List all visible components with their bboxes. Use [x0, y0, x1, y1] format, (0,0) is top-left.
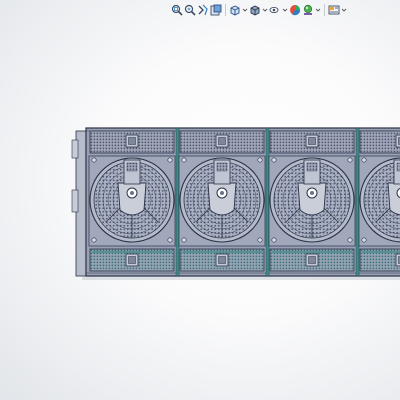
top-connector-socket: [218, 137, 226, 145]
mounting-screw: [271, 157, 277, 163]
fan-module: [355, 127, 400, 277]
bottom-vent-rail: [182, 251, 262, 253]
mounting-screw: [181, 237, 187, 243]
end-bracket-middle: [71, 189, 79, 213]
motor-shaft: [220, 191, 224, 195]
module-seam: [265, 127, 270, 277]
bottom-connector-socket: [218, 256, 226, 264]
graphics-area[interactable]: [0, 0, 400, 400]
bottom-vent-rail: [362, 251, 400, 253]
fan-module: [175, 127, 266, 277]
mounting-screw: [361, 237, 367, 243]
mounting-screw: [91, 237, 97, 243]
bottom-connector-socket: [308, 256, 316, 264]
fan-module: [88, 130, 176, 272]
end-bracket-top: [71, 139, 79, 159]
mounting-screw: [347, 157, 353, 163]
mounting-screw: [167, 237, 173, 243]
bottom-vent-rail: [92, 251, 172, 253]
motor-shaft: [310, 191, 314, 195]
bottom-vent-rail: [272, 251, 352, 253]
top-connector-socket: [308, 137, 316, 145]
cad-model-view[interactable]: [0, 0, 400, 400]
mounting-screw: [257, 237, 263, 243]
model-shadow: [82, 276, 400, 280]
top-connector-socket: [128, 137, 136, 145]
fan-module: [265, 127, 356, 277]
fan-module-row: [71, 127, 400, 280]
module-seam: [175, 127, 180, 277]
mounting-screw: [181, 157, 187, 163]
motor-bracket: [387, 182, 400, 216]
motor-vent: [306, 162, 318, 172]
motor-vent: [126, 162, 138, 172]
mounting-screw: [91, 157, 97, 163]
module-seam: [355, 127, 360, 277]
mounting-screw: [361, 157, 367, 163]
mounting-screw: [167, 157, 173, 163]
mounting-screw: [347, 237, 353, 243]
motor-shaft: [130, 191, 134, 195]
motor-vent: [216, 162, 228, 172]
top-vent-panel: [359, 130, 400, 154]
mounting-screw: [271, 237, 277, 243]
mounting-screw: [257, 157, 263, 163]
bottom-connector-socket: [128, 256, 136, 264]
